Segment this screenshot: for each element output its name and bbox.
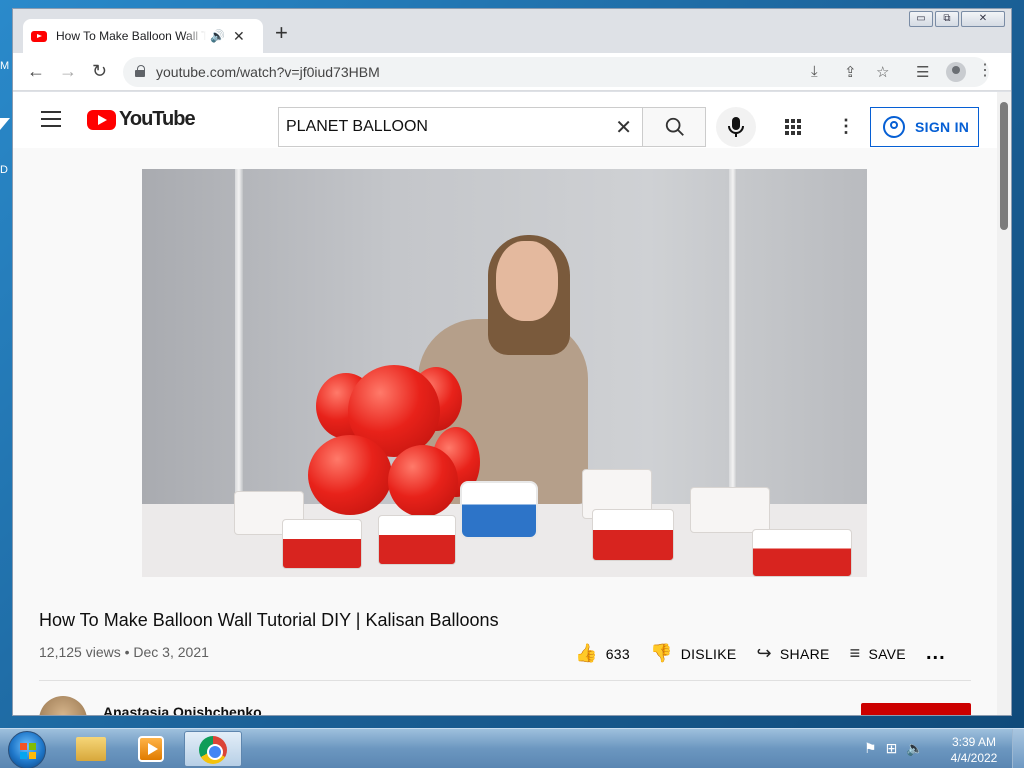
taskbar-chrome-button[interactable] — [184, 731, 242, 767]
thumbs-up-icon: 👍 — [575, 643, 598, 663]
url-text[interactable]: youtube.com/watch?v=jf0iud73HBM — [156, 64, 380, 80]
chrome-icon — [199, 736, 227, 764]
video-frame-balloon — [308, 435, 392, 515]
clear-search-icon[interactable]: ✕ — [615, 115, 632, 140]
playlist-add-icon: ≡ — [849, 643, 861, 663]
channel-avatar[interactable] — [39, 696, 87, 715]
speaker-icon[interactable]: 🔊 — [210, 29, 225, 43]
reload-button[interactable]: ↻ — [92, 62, 107, 80]
profile-avatar-icon[interactable] — [946, 62, 966, 82]
youtube-logo-text: YouTube — [119, 108, 196, 130]
save-label: SAVE — [868, 645, 906, 662]
windows-logo-icon — [20, 743, 36, 759]
browser-toolbar: ← → ↻ youtube.com/watch?v=jf0iud73HBM ⤓ … — [13, 53, 1011, 91]
like-button[interactable]: 👍 633 — [575, 643, 630, 664]
apps-grid-icon[interactable] — [785, 119, 801, 135]
page-scrollbar[interactable] — [997, 92, 1011, 715]
window-controls: ▭ ⧉ ✕ — [907, 11, 1005, 27]
more-horizontal-icon: ... — [925, 642, 946, 664]
sign-in-label: SIGN IN — [915, 119, 970, 135]
video-meta: 12,125 views • Dec 3, 2021 — [39, 644, 209, 660]
youtube-play-icon — [87, 109, 116, 130]
share-arrow-icon: ↪ — [756, 643, 772, 663]
desktop-text-fragment: M — [0, 60, 10, 72]
dislike-button[interactable]: 👎 DISLIKE — [650, 643, 737, 664]
video-frame-pump — [460, 481, 538, 539]
share-button[interactable]: ↪ SHARE — [757, 643, 830, 664]
taskbar-media-player-button[interactable] — [122, 731, 180, 767]
youtube-header: YouTube PLANET BALLOON ✕ ⋮ SIGN IN — [13, 92, 1011, 148]
browser-menu-icon[interactable]: ⋮ — [977, 63, 993, 79]
folder-icon — [76, 737, 106, 761]
close-window-button[interactable]: ✕ — [961, 11, 1005, 27]
minimize-button[interactable]: ▭ — [909, 11, 933, 27]
video-title: How To Make Balloon Wall Tutorial DIY | … — [39, 610, 499, 630]
youtube-favicon-icon — [31, 30, 47, 42]
search-input[interactable]: PLANET BALLOON ✕ — [278, 107, 643, 147]
system-tray: ⚑ ⊞ 🔈 — [864, 740, 933, 757]
new-tab-button[interactable]: + — [275, 22, 288, 44]
start-button[interactable] — [8, 731, 46, 768]
channel-name[interactable]: Anastasia Onishchenko — [103, 704, 262, 715]
show-desktop-button[interactable] — [1012, 729, 1024, 768]
user-circle-icon — [883, 116, 905, 138]
tab-title: How To Make Balloon Wall Tutorial DIY | … — [56, 29, 206, 43]
back-button[interactable]: ← — [27, 62, 45, 80]
settings-menu-icon[interactable]: ⋮ — [837, 117, 855, 135]
page-viewport: YouTube PLANET BALLOON ✕ ⋮ SIGN IN How T… — [13, 92, 1011, 715]
install-app-icon[interactable]: ⤓ — [811, 63, 818, 80]
video-frame-bag — [282, 519, 362, 569]
reading-list-icon[interactable]: ☰ — [916, 63, 929, 81]
bookmark-star-icon[interactable]: ☆ — [876, 63, 889, 81]
save-button[interactable]: ≡ SAVE — [850, 643, 906, 664]
like-count: 633 — [605, 645, 630, 662]
scrollbar-thumb[interactable] — [1000, 102, 1008, 230]
video-frame-bag — [592, 509, 674, 561]
video-actions: 👍 633 👎 DISLIKE ↪ SHARE ≡ SAVE ... — [575, 642, 966, 665]
dislike-label: DISLIKE — [680, 645, 737, 662]
search-icon — [665, 117, 684, 136]
media-player-icon — [138, 736, 164, 762]
browser-window: How To Make Balloon Wall Tutorial DIY | … — [12, 8, 1012, 716]
video-frame-pole — [235, 169, 243, 519]
divider — [39, 680, 971, 681]
system-clock[interactable]: 3:39 AM 4/4/2022 — [942, 734, 1006, 766]
video-frame-bag — [752, 529, 852, 577]
video-frame-balloon — [388, 445, 458, 517]
search-button[interactable] — [642, 107, 706, 147]
forward-button[interactable]: → — [59, 62, 77, 80]
thumbs-down-icon: 👎 — [649, 643, 673, 663]
tab-strip: How To Make Balloon Wall Tutorial DIY | … — [13, 9, 1011, 53]
clock-time: 3:39 AM — [951, 735, 997, 749]
action-center-flag-icon[interactable]: ⚑ — [864, 740, 877, 757]
sign-in-button[interactable]: SIGN IN — [870, 107, 979, 147]
share-label: SHARE — [779, 645, 830, 662]
video-frame-bag — [378, 515, 456, 565]
more-actions-button[interactable]: ... — [926, 642, 946, 665]
taskbar: ⚑ ⊞ 🔈 3:39 AM 4/4/2022 — [0, 728, 1024, 768]
volume-icon[interactable]: 🔈 — [906, 740, 923, 757]
hamburger-menu-icon[interactable] — [41, 111, 61, 127]
mouse-cursor-icon — [0, 118, 10, 130]
browser-tab[interactable]: How To Make Balloon Wall Tutorial DIY | … — [23, 19, 263, 53]
video-frame-bag — [690, 487, 770, 533]
video-frame-person — [496, 241, 558, 321]
video-frame-pole — [729, 169, 737, 519]
clock-date: 4/4/2022 — [950, 751, 998, 765]
taskbar-explorer-button[interactable] — [60, 731, 118, 767]
tab-close-icon[interactable]: ✕ — [233, 28, 245, 45]
video-player[interactable] — [142, 169, 867, 577]
subscribe-button[interactable]: SUBSCRIBE — [861, 703, 971, 715]
search-input-value[interactable]: PLANET BALLOON — [286, 118, 428, 136]
restore-button[interactable]: ⧉ — [935, 11, 959, 27]
address-bar[interactable]: youtube.com/watch?v=jf0iud73HBM ⤓ ⇪ ☆ ☰ — [123, 57, 989, 87]
network-icon[interactable]: ⊞ — [886, 740, 898, 757]
share-icon[interactable]: ⇪ — [844, 63, 857, 81]
youtube-logo[interactable]: YouTube — [87, 108, 196, 131]
voice-search-button[interactable] — [716, 107, 756, 147]
desktop-text-fragment: D — [0, 164, 8, 176]
microphone-icon — [728, 117, 744, 137]
lock-icon[interactable] — [135, 65, 145, 77]
